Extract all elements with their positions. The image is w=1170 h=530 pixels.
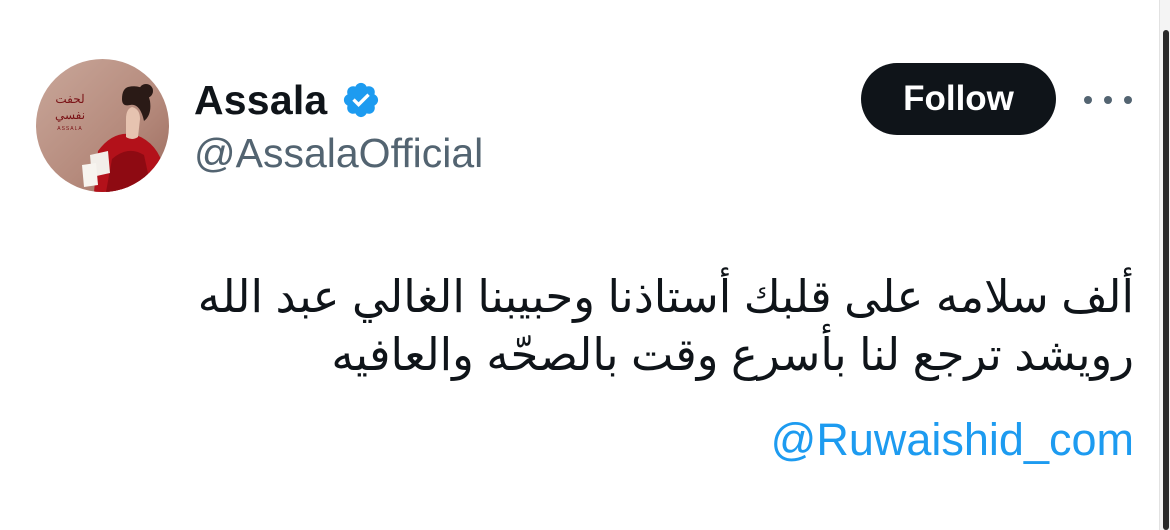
scrollbar[interactable]: [1159, 0, 1170, 530]
tweet-text: ألف سلامه على قلبك أستاذنا وحبيبنا الغال…: [120, 268, 1134, 384]
more-horizontal-icon[interactable]: [1084, 88, 1132, 112]
tweet-line-2: رويشد ترجع لنا بأسرع وقت بالصحّه والعافي…: [331, 329, 1134, 380]
avatar[interactable]: لحفت نفسي ASSALA: [36, 59, 169, 192]
verified-badge-icon[interactable]: [341, 80, 381, 120]
more-dot: [1124, 96, 1132, 104]
display-name[interactable]: Assala: [194, 77, 327, 124]
scrollbar-thumb[interactable]: [1163, 30, 1169, 530]
mention-link[interactable]: @Ruwaishid_com: [771, 414, 1134, 466]
author-name-row: Assala: [194, 74, 381, 126]
handle[interactable]: @AssalaOfficial: [194, 130, 483, 177]
album-subtitle: ASSALA: [57, 126, 82, 132]
album-title-line2: نفسي: [55, 108, 85, 122]
more-dot: [1104, 96, 1112, 104]
album-title-line1: لحفت: [55, 92, 84, 106]
tweet-line-1: ألف سلامه على قلبك أستاذنا وحبيبنا الغال…: [197, 271, 1134, 322]
follow-button[interactable]: Follow: [861, 63, 1056, 135]
avatar-image: لحفت نفسي ASSALA: [36, 59, 169, 192]
more-dot: [1084, 96, 1092, 104]
